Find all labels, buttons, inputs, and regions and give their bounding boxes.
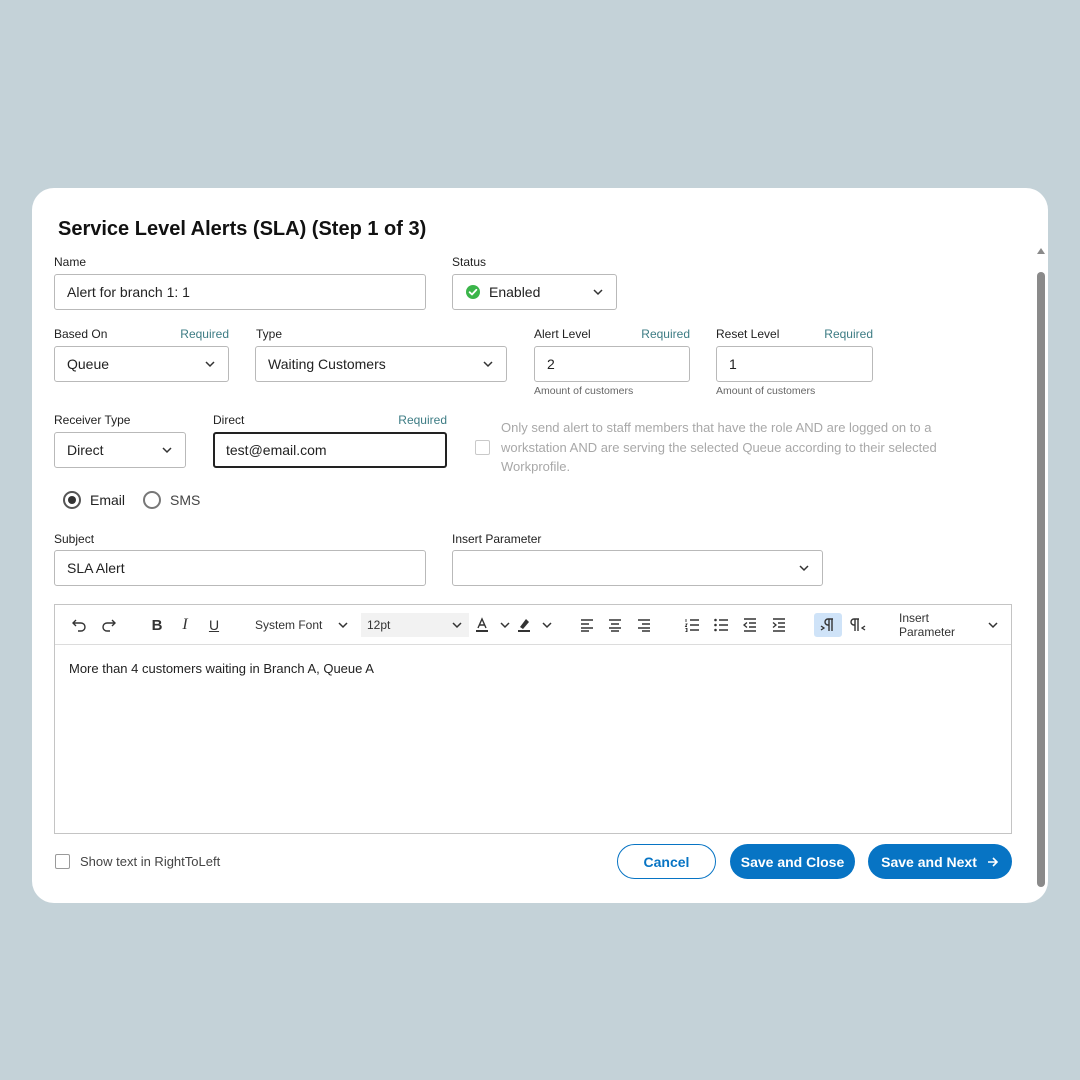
editor-toolbar: B I U System Font 12pt Insert Parameter	[55, 605, 1011, 645]
cancel-button-label: Cancel	[643, 853, 690, 870]
ltr-direction-icon[interactable]	[814, 613, 842, 637]
type-value: Waiting Customers	[268, 356, 386, 372]
align-center-icon[interactable]	[603, 613, 627, 637]
alert-level-input[interactable]: 2	[534, 346, 690, 382]
direct-required: Required	[398, 413, 447, 427]
reset-level-hint: Amount of customers	[716, 385, 816, 397]
sms-radio-label: SMS	[170, 492, 201, 508]
status-select[interactable]: Enabled	[452, 274, 617, 310]
subject-value: SLA Alert	[67, 560, 125, 576]
subject-label: Subject	[54, 532, 95, 546]
outdent-icon[interactable]	[738, 613, 762, 637]
based-on-label: Based On	[54, 327, 108, 341]
redo-icon[interactable]	[97, 613, 121, 637]
chevron-down-icon	[452, 622, 462, 629]
only-send-checkbox[interactable]	[475, 440, 490, 455]
based-on-value: Queue	[67, 356, 110, 372]
align-left-icon[interactable]	[575, 613, 599, 637]
highlighter-icon	[518, 619, 530, 632]
radio-unselected	[143, 491, 161, 509]
bullet-list-icon[interactable]	[709, 613, 733, 637]
sla-dialog: Service Level Alerts (SLA) (Step 1 of 3)…	[32, 188, 1048, 903]
rich-text-editor: B I U System Font 12pt Insert Parameter …	[54, 604, 1012, 834]
chevron-down-icon	[500, 622, 510, 629]
italic-icon[interactable]: I	[173, 613, 197, 637]
font-family-value: System Font	[255, 618, 323, 632]
chevron-down-icon	[162, 447, 172, 454]
alert-level-hint: Amount of customers	[534, 385, 634, 397]
receiver-type-label: Receiver Type	[54, 413, 131, 427]
underline-icon[interactable]: U	[202, 613, 226, 637]
chevron-down-icon	[483, 361, 493, 368]
alert-level-value: 2	[547, 356, 555, 372]
email-radio-label: Email	[90, 492, 126, 508]
cancel-button[interactable]: Cancel	[617, 844, 716, 879]
save-and-next-button[interactable]: Save and Next	[868, 844, 1012, 879]
rtl-direction-icon[interactable]	[846, 613, 870, 637]
undo-icon[interactable]	[67, 613, 91, 637]
chevron-down-icon	[205, 361, 215, 368]
highlight-color-button[interactable]	[515, 613, 553, 637]
name-input[interactable]: Alert for branch 1: 1	[54, 274, 426, 310]
sms-radio[interactable]: SMS	[143, 491, 200, 509]
editor-content[interactable]: More than 4 customers waiting in Branch …	[69, 661, 374, 676]
rtl-checkbox[interactable]	[55, 854, 70, 869]
type-select[interactable]: Waiting Customers	[255, 346, 507, 382]
chevron-down-icon	[799, 565, 809, 572]
font-size-value: 12pt	[367, 618, 391, 632]
dialog-scrollbar[interactable]	[1034, 244, 1048, 894]
based-on-select[interactable]: Queue	[54, 346, 229, 382]
scroll-up-arrow-icon[interactable]	[1037, 248, 1045, 254]
align-right-icon[interactable]	[632, 613, 656, 637]
save-and-close-button[interactable]: Save and Close	[730, 844, 855, 879]
chevron-down-icon	[593, 289, 603, 296]
direct-label: Direct	[213, 413, 245, 427]
direct-email-input[interactable]: test@email.com	[213, 432, 447, 468]
indent-icon[interactable]	[767, 613, 791, 637]
subject-input[interactable]: SLA Alert	[54, 550, 426, 586]
email-radio[interactable]: Email	[63, 491, 125, 509]
rtl-label: Show text in RightToLeft	[80, 854, 221, 869]
based-on-required: Required	[180, 327, 229, 341]
arrow-right-icon	[987, 856, 998, 867]
numbered-list-icon[interactable]	[680, 613, 704, 637]
dialog-title: Service Level Alerts (SLA) (Step 1 of 3)	[58, 218, 427, 240]
save-and-close-label: Save and Close	[740, 853, 845, 870]
insert-parameter-menu[interactable]: Insert Parameter	[893, 611, 1005, 639]
radio-selected	[63, 491, 81, 509]
text-color-button[interactable]	[473, 613, 511, 637]
reset-level-value: 1	[729, 356, 737, 372]
name-label: Name	[54, 255, 87, 269]
status-label: Status	[452, 255, 487, 269]
only-send-text: Only send alert to staff members that ha…	[501, 420, 937, 474]
alert-level-required: Required	[641, 327, 690, 341]
insert-parameter-select[interactable]	[452, 550, 823, 586]
insert-parameter-menu-label: Insert Parameter	[899, 611, 956, 639]
chevron-down-icon	[338, 622, 348, 629]
name-value: Alert for branch 1: 1	[67, 284, 190, 300]
alert-level-label: Alert Level	[534, 327, 591, 341]
reset-level-required: Required	[824, 327, 873, 341]
chevron-down-icon	[542, 622, 552, 629]
font-size-select[interactable]: 12pt	[361, 613, 469, 637]
save-and-next-label: Save and Next	[881, 853, 977, 870]
receiver-type-value: Direct	[67, 442, 104, 458]
bold-icon[interactable]: B	[145, 613, 169, 637]
type-label: Type	[256, 327, 283, 341]
font-family-select[interactable]: System Font	[249, 613, 355, 637]
reset-level-label: Reset Level	[716, 327, 780, 341]
check-circle-icon	[466, 285, 480, 299]
text-color-icon	[476, 617, 488, 632]
direct-value: test@email.com	[226, 442, 327, 458]
insert-parameter-label: Insert Parameter	[452, 532, 542, 546]
chevron-down-icon	[988, 622, 998, 629]
reset-level-input[interactable]: 1	[716, 346, 873, 382]
status-value: Enabled	[489, 284, 541, 300]
receiver-type-select[interactable]: Direct	[54, 432, 186, 468]
scroll-thumb[interactable]	[1037, 272, 1045, 887]
